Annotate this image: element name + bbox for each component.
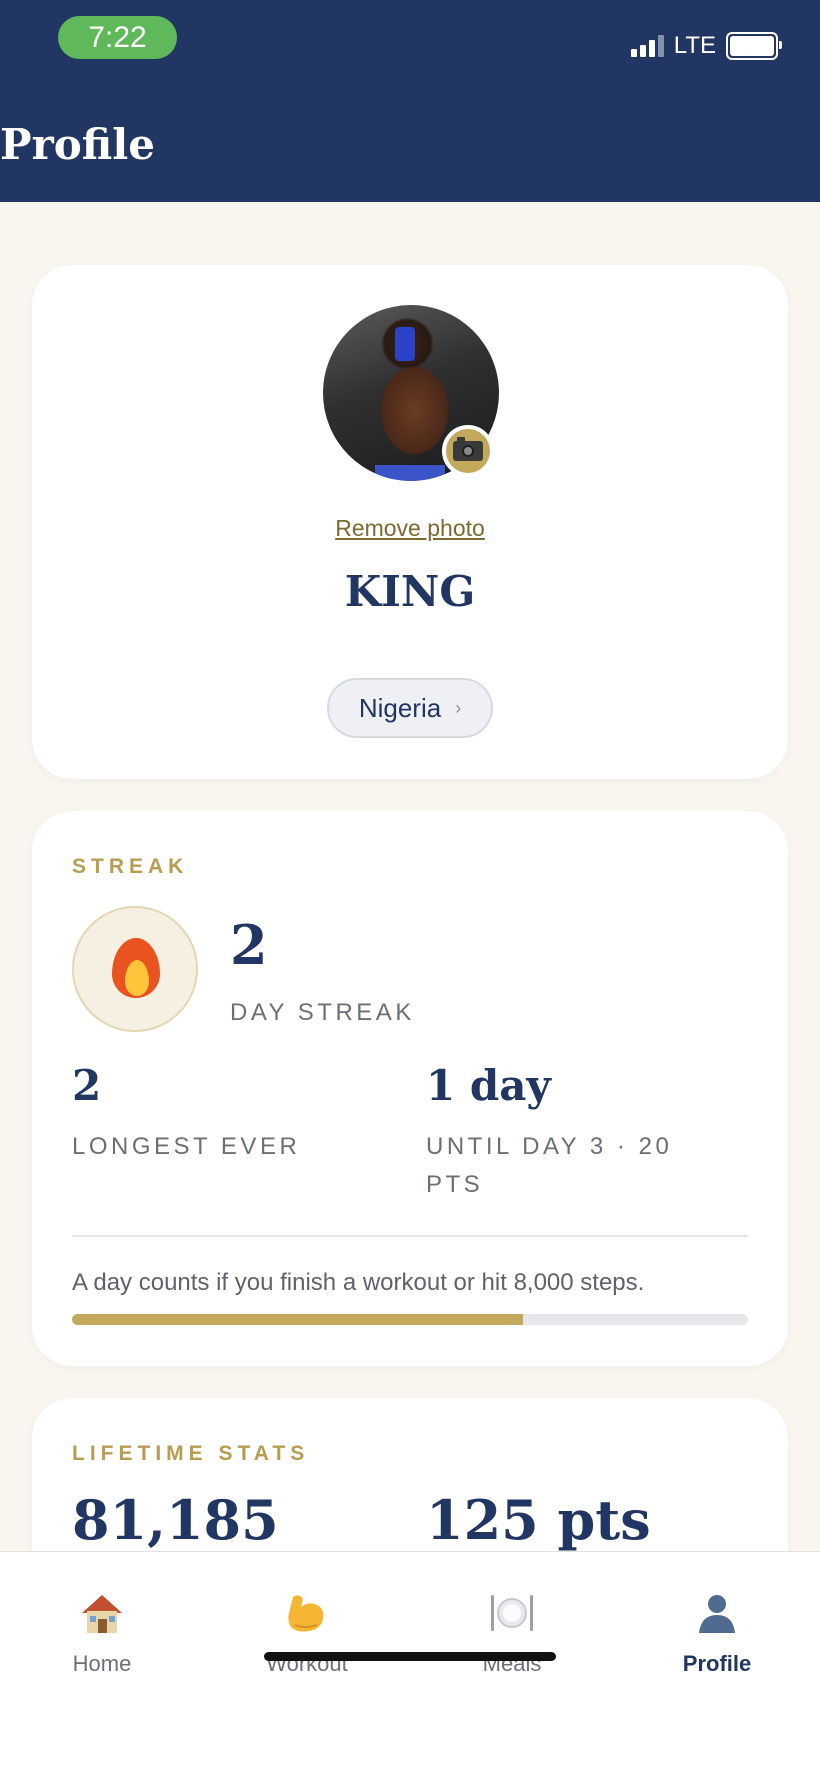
current-streak-label: DAY STREAK bbox=[230, 999, 415, 1026]
lifetime-stat-value-1: 81,185 bbox=[72, 1488, 279, 1552]
tab-home-label: Home bbox=[72, 1651, 132, 1676]
tab-meals[interactable]: Meals bbox=[442, 1587, 582, 1677]
streak-card: STREAK 2 DAY STREAK 2 LONGEST EVER 1 day… bbox=[32, 811, 788, 1366]
divider bbox=[72, 1235, 748, 1237]
flexed-biceps-icon bbox=[237, 1587, 377, 1639]
flame-badge bbox=[72, 906, 198, 1032]
home-indicator bbox=[264, 1652, 556, 1661]
tab-profile-label: Profile bbox=[682, 1651, 752, 1676]
remove-photo-link[interactable]: Remove photo bbox=[32, 515, 788, 542]
streak-progress-fill bbox=[72, 1314, 523, 1325]
next-milestone-label-line2: PTS bbox=[426, 1171, 484, 1198]
network-type: LTE bbox=[673, 32, 716, 59]
person-silhouette-icon bbox=[647, 1587, 787, 1639]
status-time: 7:22 bbox=[58, 16, 177, 59]
plate-cutlery-icon bbox=[442, 1587, 582, 1639]
streak-progress-bar bbox=[72, 1314, 748, 1325]
tab-bar: Home Workout Meals Profile bbox=[0, 1551, 820, 1776]
house-icon bbox=[32, 1587, 172, 1639]
tab-home[interactable]: Home bbox=[32, 1587, 172, 1677]
battery-icon bbox=[726, 32, 782, 60]
tab-workout[interactable]: Workout bbox=[237, 1587, 377, 1677]
next-milestone-label-line1: UNTIL DAY 3 · 20 bbox=[426, 1133, 673, 1160]
status-indicators: LTE bbox=[630, 30, 782, 62]
country-selector[interactable]: Nigeria › bbox=[327, 678, 493, 738]
longest-streak-label: LONGEST EVER bbox=[72, 1133, 301, 1160]
tab-profile[interactable]: Profile bbox=[647, 1587, 787, 1677]
chevron-right-icon: › bbox=[455, 697, 462, 718]
next-milestone-value: 1 day bbox=[426, 1061, 551, 1110]
lifetime-section-label: LIFETIME STATS bbox=[72, 1442, 310, 1465]
profile-card: Remove photo KING Nigeria › bbox=[32, 265, 788, 779]
lifetime-stat-value-2: 125 pts bbox=[426, 1488, 651, 1552]
app-header: 7:22 LTE Profile bbox=[0, 0, 820, 202]
page-title: Profile bbox=[0, 120, 155, 169]
country-label: Nigeria bbox=[358, 692, 442, 723]
streak-section-label: STREAK bbox=[72, 855, 189, 878]
longest-streak-value: 2 bbox=[72, 1061, 102, 1110]
profile-name: KING bbox=[344, 567, 476, 616]
signal-icon bbox=[630, 35, 664, 57]
streak-rule-note: A day counts if you finish a workout or … bbox=[72, 1269, 645, 1296]
camera-icon[interactable] bbox=[442, 425, 494, 477]
current-streak-value: 2 bbox=[230, 913, 268, 977]
